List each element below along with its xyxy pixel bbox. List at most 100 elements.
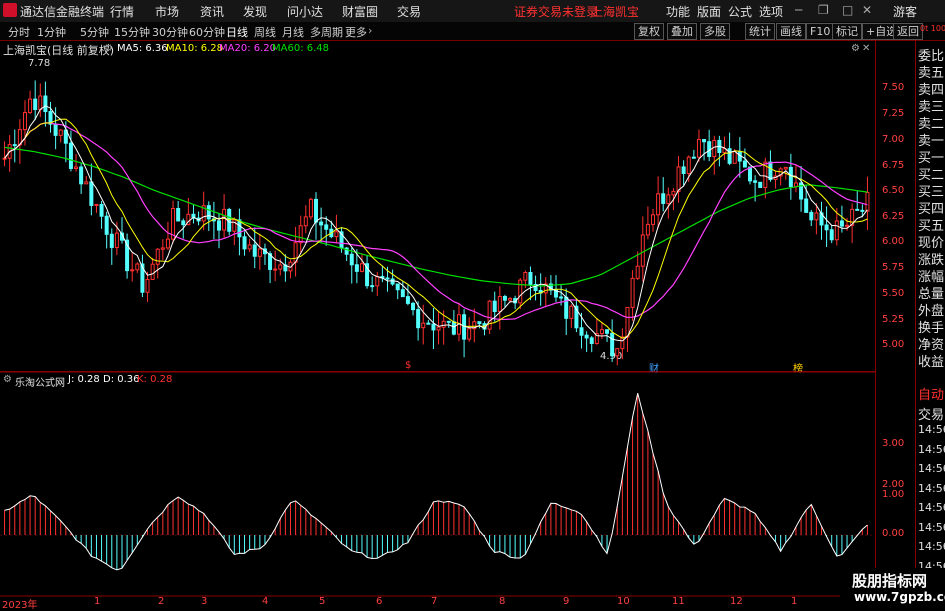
menu-item-banmian[interactable]: 版面 [697,3,721,20]
candle-body [2,157,7,160]
y-tick: 6.50 [882,185,905,196]
candle-body [298,225,303,244]
menu-item-wenxiaoda[interactable]: 问小达 [287,3,323,20]
candle-body [308,198,313,218]
tab-fenshi[interactable]: 分时 [8,24,30,40]
candle-body [359,263,364,272]
guest-label[interactable]: 游客 [893,3,917,20]
side-item-lower: 14:56 [918,540,945,553]
candle-body [477,321,482,325]
candle-body [303,216,308,227]
kline-chart[interactable] [0,40,875,609]
sub-y-tick: 3.00 [882,438,905,449]
tab-15min[interactable]: 15分钟 [114,24,150,40]
sub-y-tick: 1.00 [882,489,905,500]
fuquan-button[interactable]: 复权 [634,23,664,40]
trade-status[interactable]: 证券交易未登录 [514,3,598,20]
candle-body [405,296,410,304]
menu-item-gongneng[interactable]: 功能 [666,3,690,20]
candle-body [227,208,232,232]
candle-body [681,166,686,174]
menu-item-caifuquan[interactable]: 财富圈 [342,3,378,20]
tab-monthly[interactable]: 月线 [282,24,304,40]
candle-body [431,323,436,331]
candle-body [599,329,604,335]
tab-daily[interactable]: 日线 [226,24,248,40]
menu-item-shichang[interactable]: 市场 [155,3,179,20]
menu-item-hangqing[interactable]: 行情 [110,3,134,20]
side-item-lower: 14:56 [918,462,945,475]
side-item-lower: 14:56 [918,423,945,436]
close-icon[interactable]: ✕ [862,3,872,17]
candle-body [319,221,324,226]
minimize-icon[interactable]: ─ [795,3,802,17]
candle-body [528,271,533,285]
y-tick: 6.75 [882,160,905,171]
candle-body [809,211,814,221]
x-label: 10 [617,596,630,607]
back-button[interactable]: 返回 [893,23,923,40]
candle-body [753,180,758,183]
candle-body [354,264,359,272]
candle-body [426,322,431,325]
candle-body [273,268,278,271]
tab-30min[interactable]: 30分钟 [152,24,188,40]
tab-1min[interactable]: 1分钟 [37,24,66,40]
duogu-button[interactable]: 多股 [700,23,730,40]
tab-weekly[interactable]: 周线 [254,24,276,40]
candle-body [416,309,421,329]
candle-body [707,141,712,157]
candle-body [839,220,844,227]
f10-button[interactable]: F10 [806,23,835,40]
candle-body [829,229,834,241]
candle-body [79,166,84,185]
candle-body [247,244,252,250]
diejia-button[interactable]: 叠加 [667,23,697,40]
app-title: 通达信金融终端 [20,5,105,19]
candle-body [74,166,79,169]
candle-body [793,182,798,187]
maximize-icon[interactable]: □ [842,3,853,17]
x-label: 2 [158,596,165,607]
tab-60min[interactable]: 60分钟 [189,24,225,40]
candle-body [334,231,339,238]
restore-icon[interactable]: ❐ [818,3,829,17]
candle-body [411,302,416,311]
watermark: 股朋指标网 www.7gpzb.com [840,568,945,609]
candle-body [446,320,451,323]
menu-item-gongshi[interactable]: 公式 [728,3,752,20]
candle-body [176,207,181,222]
candle-body [824,224,829,231]
candle-body [579,327,584,336]
biaoji-button[interactable]: 标记 [832,23,862,40]
candle-body [569,305,574,319]
huaxian-button[interactable]: 画线 [776,23,806,40]
tab-5min[interactable]: 5分钟 [80,24,109,40]
tab-more[interactable]: 更多 [345,24,367,40]
menu-item-faxian[interactable]: 发现 [243,3,267,20]
menu-item-zixun[interactable]: 资讯 [200,3,224,20]
menu-item-jiaoyi[interactable]: 交易 [397,3,421,20]
tongji-button[interactable]: 统计 [745,23,775,40]
candle-body [783,166,788,170]
ma5-line [4,105,868,342]
candle-body [53,123,58,136]
candle-body [610,332,615,357]
candle-body [38,95,43,111]
candle-body [451,321,456,335]
kdj-bars [4,393,868,570]
side-item-lower: 14:56 [918,501,945,514]
tab-multi-period[interactable]: 多周期 [310,24,343,40]
x-label: 1 [94,596,101,607]
side-item-lower: 14:56 [918,481,945,495]
candle-body [666,194,671,204]
candle-body [661,193,666,204]
menu-item-xuanxiang[interactable]: 选项 [759,3,783,20]
y-tick: 7.00 [882,134,905,145]
candle-body [12,144,17,147]
chevron-right-icon[interactable]: › [368,24,372,37]
candle-body [252,244,257,257]
candle-body [84,181,89,185]
candle-body [625,306,630,338]
y-tick: 6.25 [882,211,905,222]
